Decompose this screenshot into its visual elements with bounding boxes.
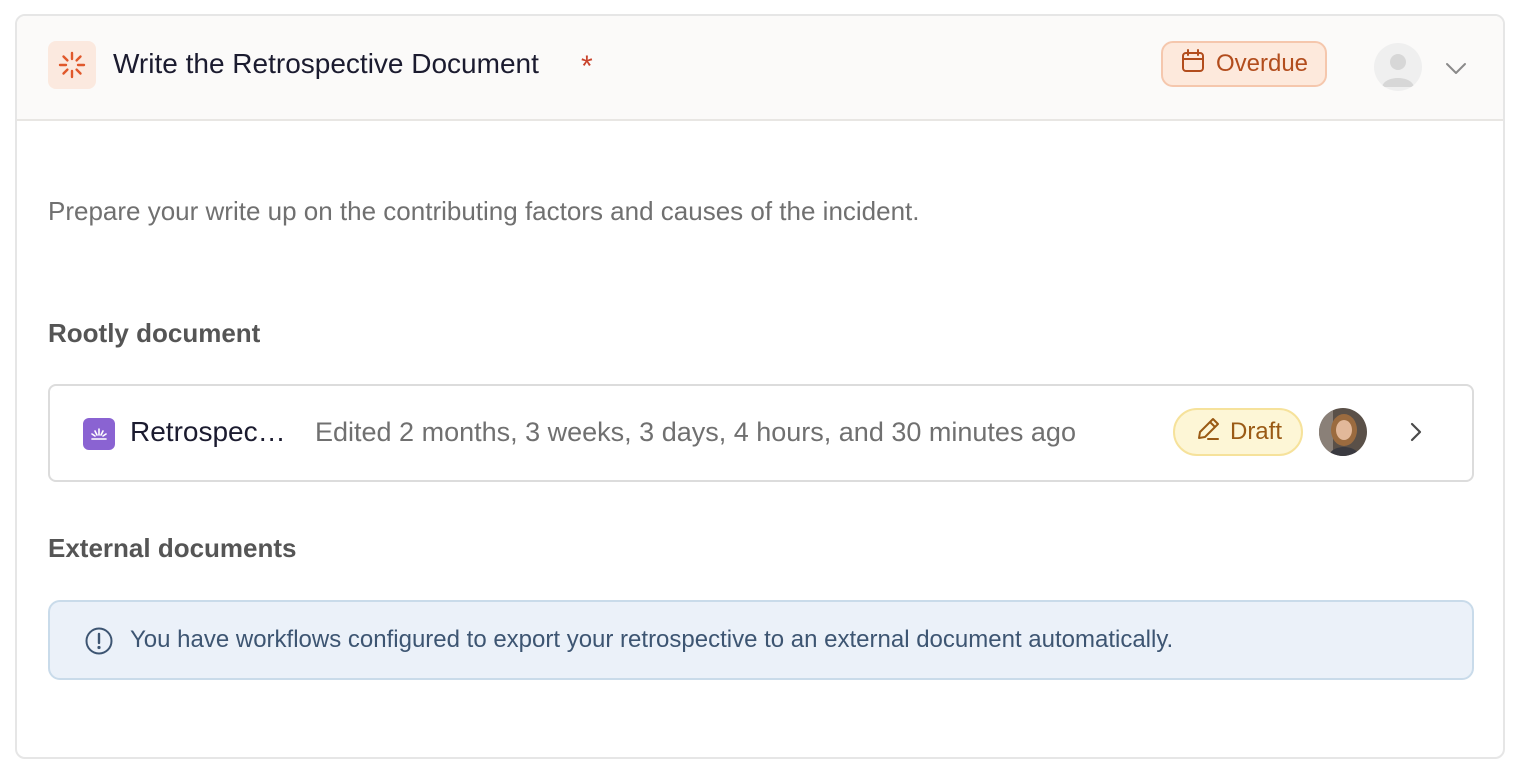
assignee-avatar[interactable] [1374, 43, 1422, 91]
workflow-notice-text: You have workflows configured to export … [130, 626, 1174, 653]
required-marker: * [581, 50, 593, 83]
workflow-notice: You have workflows configured to export … [48, 600, 1474, 680]
info-icon [84, 626, 114, 656]
rootly-section-heading: Rootly document [48, 318, 261, 348]
task-card: Write the Retrospective Document * Overd… [15, 14, 1505, 759]
task-description: Prepare your write up on the contributin… [48, 196, 920, 226]
spinner-icon [48, 41, 96, 89]
overdue-label: Overdue [1215, 50, 1309, 77]
document-edited-time: Edited 2 months, 3 weeks, 3 days, 4 hour… [315, 417, 1076, 447]
rootly-doc-icon [83, 418, 115, 450]
draft-label: Draft [1229, 418, 1282, 445]
author-avatar[interactable] [1319, 408, 1367, 456]
chevron-down-icon[interactable] [1444, 56, 1468, 80]
document-title[interactable]: Retrospective [130, 416, 292, 448]
task-header[interactable]: Write the Retrospective Document * Overd… [17, 16, 1503, 121]
overdue-badge[interactable]: Overdue [1161, 41, 1327, 87]
pencil-icon [1194, 415, 1222, 450]
chevron-right-icon[interactable] [1404, 420, 1428, 444]
rootly-document-row[interactable]: Retrospective Edited 2 months, 3 weeks, … [48, 384, 1474, 482]
calendar-icon [1180, 48, 1206, 81]
external-section-heading: External documents [48, 533, 297, 563]
draft-badge: Draft [1173, 408, 1303, 456]
task-title: Write the Retrospective Document [113, 48, 539, 79]
